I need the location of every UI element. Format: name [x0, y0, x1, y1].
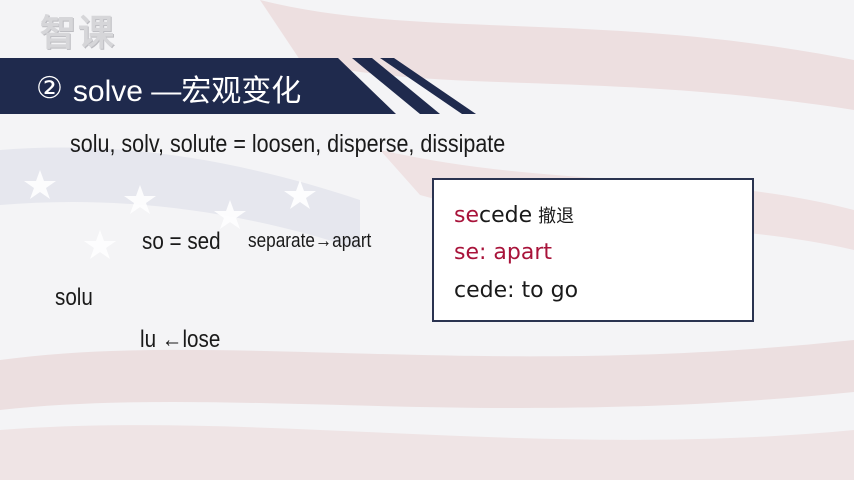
card-line-cede: cede: to go — [454, 278, 579, 303]
watermark-logo: 智课 — [40, 13, 117, 54]
so-equation: so = sed — [142, 228, 221, 255]
example-card: secede 撤退 se: apart cede: to go — [432, 178, 754, 322]
lu-line: lu ←lose — [140, 326, 221, 353]
definition-line: solu, solv, solute = loosen, disperse, d… — [70, 130, 506, 158]
chinese-meaning: 撤退 — [538, 206, 575, 227]
card-line-secede: secede 撤退 — [454, 202, 574, 228]
title-text: solve —宏观变化 — [72, 75, 302, 108]
root-cede: cede — [479, 203, 533, 228]
separate-line: separate→apart — [248, 230, 372, 252]
solu-label: solu — [55, 284, 93, 311]
prefix-se: se — [454, 203, 479, 228]
card-line-se: se: apart — [454, 240, 553, 265]
page-title: ② solve —宏观变化 — [36, 66, 301, 110]
section-number: ② — [36, 71, 63, 105]
